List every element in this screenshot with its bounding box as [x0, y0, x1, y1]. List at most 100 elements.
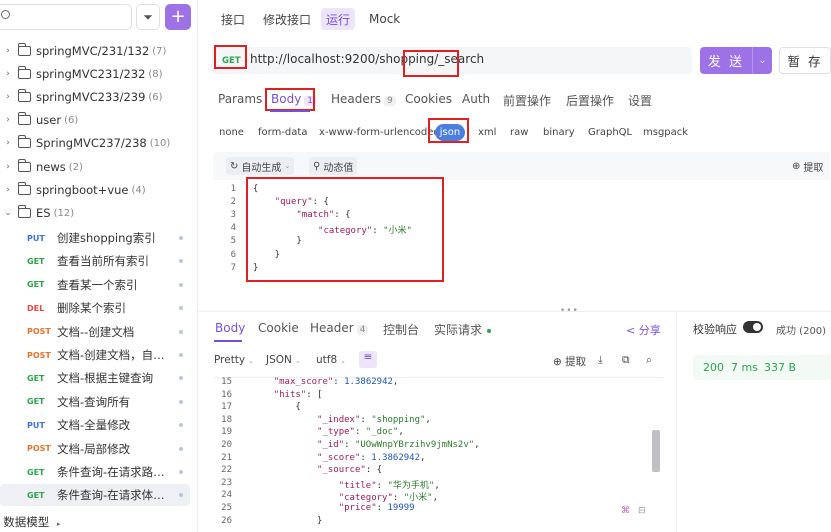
line-number: 20	[221, 440, 232, 450]
line-number: 7	[230, 262, 236, 273]
sidebar-folder[interactable]: › SpringMVC237/238 (10)	[0, 132, 198, 154]
magic-wand-icon: ⚲	[313, 160, 321, 172]
method-badge: GET	[27, 373, 45, 383]
format-select[interactable]: JSON ⌄	[266, 354, 301, 366]
vertical-divider	[676, 312, 677, 532]
tab-badge: 9	[383, 96, 396, 106]
api-item[interactable]: DEL 删除某个索引	[0, 297, 190, 319]
tab-edit-interface[interactable]: 修改接口	[258, 8, 316, 30]
tab-params[interactable]: Params	[218, 92, 262, 106]
chevron-right-icon[interactable]: ›	[0, 115, 16, 125]
active-tab-indicator	[270, 110, 310, 112]
tab-interface[interactable]: 接口	[216, 8, 250, 30]
sidebar-folder[interactable]: › springMVC233/239 (6)	[0, 86, 198, 108]
format-icon[interactable]: ⊟	[638, 506, 646, 516]
resp-tab-cookie[interactable]: Cookie	[258, 321, 299, 335]
body-type-msgpack[interactable]: msgpack	[643, 127, 688, 138]
api-item[interactable]: GET 查看某一个索引	[0, 274, 190, 296]
line-number: 3	[230, 210, 236, 221]
status-dot	[179, 282, 183, 287]
folder-icon	[18, 112, 31, 125]
share-button[interactable]: < 分享	[626, 322, 661, 338]
filter-button[interactable]: ⏷	[136, 4, 160, 30]
api-item[interactable]: GET 条件查询-在请求体中...	[0, 484, 190, 507]
tab-run[interactable]: 运行	[321, 8, 356, 30]
line-number: 26	[221, 515, 232, 526]
api-item[interactable]: GET 文档-根据主键查询	[0, 367, 190, 389]
sidebar-folder[interactable]: › user (6)	[0, 109, 198, 131]
share-label: 分享	[638, 324, 661, 337]
auto-generate-button[interactable]: ↻ 自动生成 ⌄	[226, 157, 295, 175]
api-item[interactable]: GET 查看当前所有索引	[0, 250, 190, 272]
tab-mock[interactable]: Mock	[364, 8, 405, 30]
tab-cookies[interactable]: Cookies	[405, 92, 452, 106]
annotation-box-json	[428, 118, 469, 143]
tab-label: Cookies	[405, 92, 452, 106]
chevron-down-icon[interactable]: ⌄	[0, 208, 16, 218]
resp-tab-body[interactable]: Body	[215, 321, 245, 335]
api-item[interactable]: PUT 文档-全量修改	[0, 414, 190, 436]
validation-toggle[interactable]	[743, 321, 763, 333]
body-type-form-data[interactable]: form-data	[258, 127, 307, 138]
resp-tab-console[interactable]: 控制台	[383, 321, 419, 338]
api-item[interactable]: POST 文档-局部修改	[0, 438, 190, 460]
encoding-select[interactable]: utf8 ⌄	[316, 354, 346, 366]
resp-extract-button[interactable]: ⊕ 提取	[553, 354, 586, 369]
resp-tab-header[interactable]: Header 4	[310, 321, 369, 335]
dynamic-value-button[interactable]: ⚲ 动态值	[309, 157, 358, 175]
pretty-select[interactable]: Pretty ⌄	[214, 354, 254, 366]
body-type-xml[interactable]: xml	[478, 127, 496, 138]
api-item[interactable]: GET 文档-查询所有	[0, 391, 190, 413]
send-button[interactable]: 发 送 ⌄	[700, 47, 772, 74]
chevron-down-icon[interactable]: ⌄	[753, 56, 772, 66]
body-type-urlencoded[interactable]: x-www-form-urlencoded	[319, 127, 440, 138]
add-button[interactable]: +	[165, 4, 191, 30]
api-item[interactable]: PUT 创建shopping索引	[0, 227, 190, 249]
chevron-right-icon[interactable]: ›	[0, 162, 16, 172]
sidebar-folder[interactable]: › springMVC231/232 (8)	[0, 63, 198, 85]
data-model-section[interactable]: › 数据模型 ▸	[0, 514, 60, 530]
search-input[interactable]	[0, 4, 132, 30]
body-type-raw[interactable]: raw	[510, 127, 528, 138]
tab-label: Params	[218, 92, 263, 106]
api-title: 文档-查询所有	[57, 394, 131, 409]
body-type-none[interactable]: none	[219, 127, 244, 138]
resp-tab-actual-request[interactable]: 实际请求	[434, 321, 492, 338]
tab-pre-processors[interactable]: 前置操作	[503, 92, 551, 109]
tab-settings[interactable]: 设置	[628, 92, 652, 109]
api-item[interactable]: GET 条件查询-在请求路径...	[0, 461, 190, 483]
method-badge: GET	[27, 490, 45, 500]
extract-button[interactable]: ⊕ 提取	[788, 157, 827, 175]
save-button[interactable]: 暂 存	[779, 47, 831, 74]
chevron-right-icon[interactable]: ›	[0, 69, 16, 79]
body-type-graphql[interactable]: GraphQL	[588, 127, 632, 138]
chevron-right-icon[interactable]: ›	[0, 92, 16, 102]
download-icon[interactable]: ⤓	[598, 354, 603, 367]
ai-assist-icon[interactable]: ⌘	[621, 506, 630, 516]
api-item[interactable]: POST 文档--创建文档	[0, 321, 190, 343]
tab-post-processors[interactable]: 后置操作	[566, 92, 614, 109]
api-title: 文档-全量修改	[57, 418, 131, 433]
wrap-toggle-button[interactable]: ≡	[359, 351, 377, 368]
sidebar-folder[interactable]: › springMVC/231/132 (7)	[0, 40, 198, 62]
annotation-box-search-path	[403, 50, 459, 77]
active-resp-tab-indicator	[214, 340, 242, 342]
sidebar-folder[interactable]: ⌄ ES (12)	[0, 202, 198, 224]
extract-icon: ⊕	[553, 356, 562, 368]
code-line: "_id": "UOwWnpYBrzihv9jmNs2v",	[317, 440, 480, 450]
body-type-binary[interactable]: binary	[543, 127, 575, 138]
chevron-right-icon[interactable]: ›	[0, 138, 16, 148]
sidebar-folder[interactable]: › news (2)	[0, 156, 198, 178]
scrollbar[interactable]	[652, 430, 660, 472]
chevron-right-icon[interactable]: ›	[0, 46, 16, 56]
folder-name: ES	[36, 206, 51, 220]
tab-auth[interactable]: Auth	[462, 92, 490, 106]
chevron-right-icon[interactable]: ›	[0, 185, 16, 195]
chevron-down-icon: ⌄	[248, 357, 255, 365]
search-icon[interactable]: ⌕	[646, 354, 652, 367]
tab-headers[interactable]: Headers 9	[331, 92, 396, 106]
api-item[interactable]: POST 文档-创建文档，自定...	[0, 344, 190, 366]
sidebar-folder[interactable]: › springboot+vue (4)	[0, 179, 198, 201]
folder-count: (12)	[53, 207, 75, 219]
copy-icon[interactable]: ⧉	[622, 354, 630, 367]
